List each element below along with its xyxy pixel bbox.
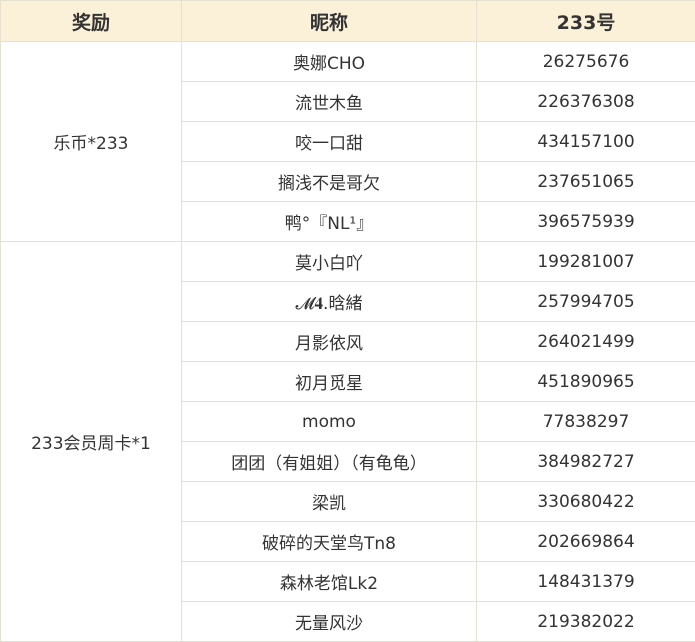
nickname-cell: 初月觅星 [182,362,477,402]
id-cell: 264021499 [477,322,695,362]
table-row: 233会员周卡*1 莫小白吖 199281007 [1,242,695,282]
id-cell: 330680422 [477,482,695,522]
nickname-cell: 咬一口甜 [182,122,477,162]
reward-cell: 233会员周卡*1 [1,242,182,642]
table-row: 乐币*233 奥娜CHO 26275676 [1,42,695,82]
nickname-cell: 流世木鱼 [182,82,477,122]
header-id: 233号 [477,1,695,42]
id-cell: 77838297 [477,402,695,442]
nickname-cell: 团团（有姐姐）（有龟龟） [182,442,477,482]
nickname-cell: 无量风沙 [182,602,477,642]
nickname-cell: 𝓜𝟒.晗緒 [182,282,477,322]
nickname-cell: momo [182,402,477,442]
nickname-cell: 森林老馆Lk2 [182,562,477,602]
nickname-cell: 鸭°『NL¹』 [182,202,477,242]
id-cell: 219382022 [477,602,695,642]
id-cell: 26275676 [477,42,695,82]
nickname-cell: 奥娜CHO [182,42,477,82]
nickname-cell: 破碎的天堂鸟Tn8 [182,522,477,562]
id-cell: 384982727 [477,442,695,482]
header-row: 奖励 昵称 233号 [1,1,695,42]
winners-table: 奖励 昵称 233号 乐币*233 奥娜CHO 26275676 流世木鱼 22… [0,0,695,642]
nickname-cell: 搁浅不是哥欠 [182,162,477,202]
nickname-cell: 月影依风 [182,322,477,362]
header-nickname: 昵称 [182,1,477,42]
id-cell: 148431379 [477,562,695,602]
id-cell: 451890965 [477,362,695,402]
id-cell: 226376308 [477,82,695,122]
id-cell: 257994705 [477,282,695,322]
reward-cell: 乐币*233 [1,42,182,242]
id-cell: 396575939 [477,202,695,242]
id-cell: 237651065 [477,162,695,202]
nickname-cell: 梁凯 [182,482,477,522]
nickname-cell: 莫小白吖 [182,242,477,282]
id-cell: 202669864 [477,522,695,562]
id-cell: 199281007 [477,242,695,282]
id-cell: 434157100 [477,122,695,162]
header-reward: 奖励 [1,1,182,42]
